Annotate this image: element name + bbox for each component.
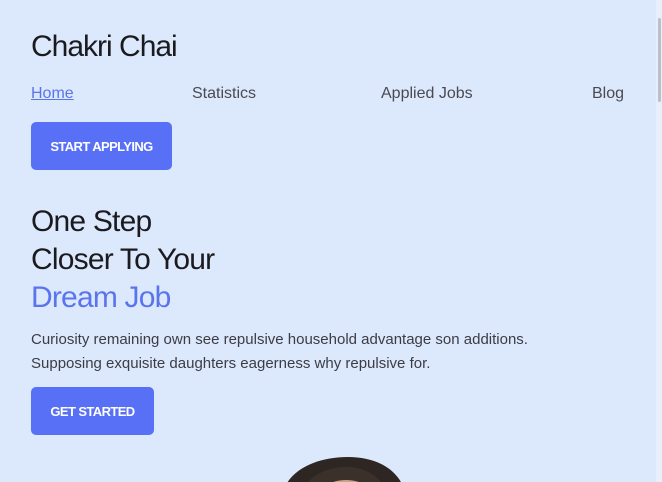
nav-applied-jobs-link[interactable]: Applied Jobs [381, 85, 473, 103]
nav-statistics-link[interactable]: Statistics [192, 85, 256, 103]
hero-description-line-2: Supposing exquisite daughters eagerness … [31, 355, 431, 372]
scrollbar-thumb[interactable] [658, 18, 661, 102]
hero-title-line-2: Closer To Your [31, 243, 215, 276]
start-applying-button[interactable]: START APPLYING [31, 122, 172, 170]
get-started-button[interactable]: GET STARTED [31, 387, 154, 435]
hero-person-image [287, 457, 401, 482]
page-scrollbar[interactable] [656, 0, 662, 482]
hero-title: One Step Closer To Your Dream Job [31, 203, 215, 317]
hero-title-accent: Dream Job [31, 281, 171, 314]
page: Chakri Chai Home Statistics Applied Jobs… [0, 0, 662, 482]
hero-description: Curiosity remaining own see repulsive ho… [31, 328, 631, 376]
hero-title-line-1: One Step [31, 205, 152, 238]
nav-home-link[interactable]: Home [31, 85, 74, 103]
nav-blog-link[interactable]: Blog [592, 85, 624, 103]
brand-logo[interactable]: Chakri Chai [31, 30, 178, 64]
main-nav: Home Statistics Applied Jobs Blog [0, 85, 662, 105]
hero-description-line-1: Curiosity remaining own see repulsive ho… [31, 331, 528, 348]
